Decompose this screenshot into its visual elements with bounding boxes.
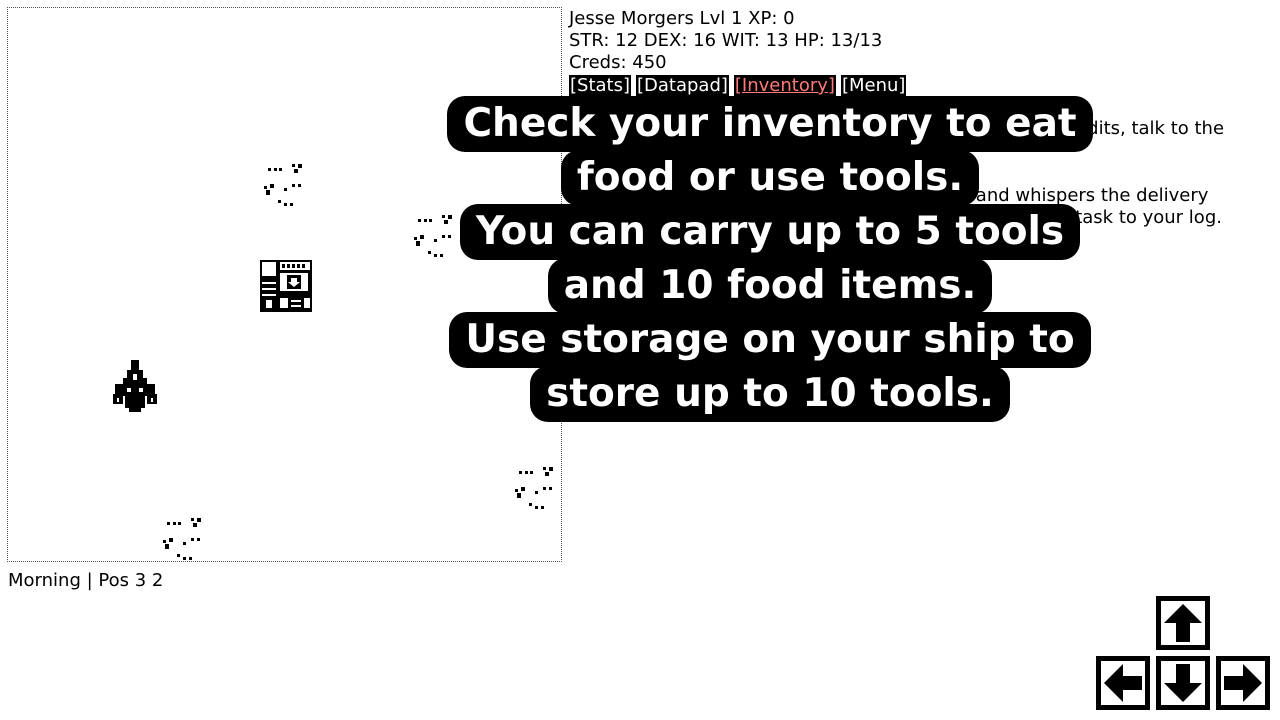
food-shop-icon[interactable] bbox=[260, 260, 312, 312]
character-credits: Creds: 450 bbox=[569, 52, 667, 73]
tutorial-text-line: Use storage on your ship to bbox=[449, 312, 1091, 368]
arrow-left-icon bbox=[1104, 664, 1142, 702]
asteroid-debris-icon bbox=[414, 215, 452, 257]
datapad-button[interactable]: [Datapad] bbox=[636, 75, 729, 97]
character-stats: STR: 12 DEX: 16 WIT: 13 HP: 13/13 bbox=[569, 30, 883, 51]
tutorial-text-line: You can carry up to 5 tools bbox=[459, 204, 1081, 260]
arrow-right-icon bbox=[1224, 664, 1262, 702]
player-ship-icon[interactable] bbox=[113, 360, 157, 412]
main-menu-bar: [Stats] [Datapad] [Inventory] [Menu] bbox=[569, 75, 1269, 97]
arrow-up-icon bbox=[1164, 604, 1202, 642]
tutorial-text-line: food or use tools. bbox=[560, 150, 980, 206]
character-name-level: Jesse Morgers Lvl 1 XP: 0 bbox=[569, 8, 795, 29]
time-position-status: Morning | Pos 3 2 bbox=[8, 570, 164, 591]
move-right-button[interactable] bbox=[1216, 656, 1270, 710]
move-left-button[interactable] bbox=[1096, 656, 1150, 710]
asteroid-debris-icon bbox=[163, 518, 201, 560]
tutorial-text-line: store up to 10 tools. bbox=[530, 366, 1010, 422]
tutorial-tooltip[interactable]: Check your inventory to eat food or use … bbox=[447, 96, 1093, 422]
asteroid-debris-icon bbox=[515, 467, 553, 509]
arrow-down-icon bbox=[1164, 664, 1202, 702]
asteroid-debris-icon bbox=[264, 164, 302, 206]
move-down-button[interactable] bbox=[1156, 656, 1210, 710]
character-panel: Jesse Morgers Lvl 1 XP: 0 STR: 12 DEX: 1… bbox=[569, 8, 1269, 97]
menu-button[interactable]: [Menu] bbox=[840, 75, 907, 97]
tutorial-text-line: and 10 food items. bbox=[547, 258, 993, 314]
tutorial-text-line: Check your inventory to eat bbox=[447, 96, 1093, 152]
move-up-button[interactable] bbox=[1156, 596, 1210, 650]
stats-button[interactable]: [Stats] bbox=[569, 75, 631, 97]
inventory-button[interactable]: [Inventory] bbox=[733, 75, 836, 97]
